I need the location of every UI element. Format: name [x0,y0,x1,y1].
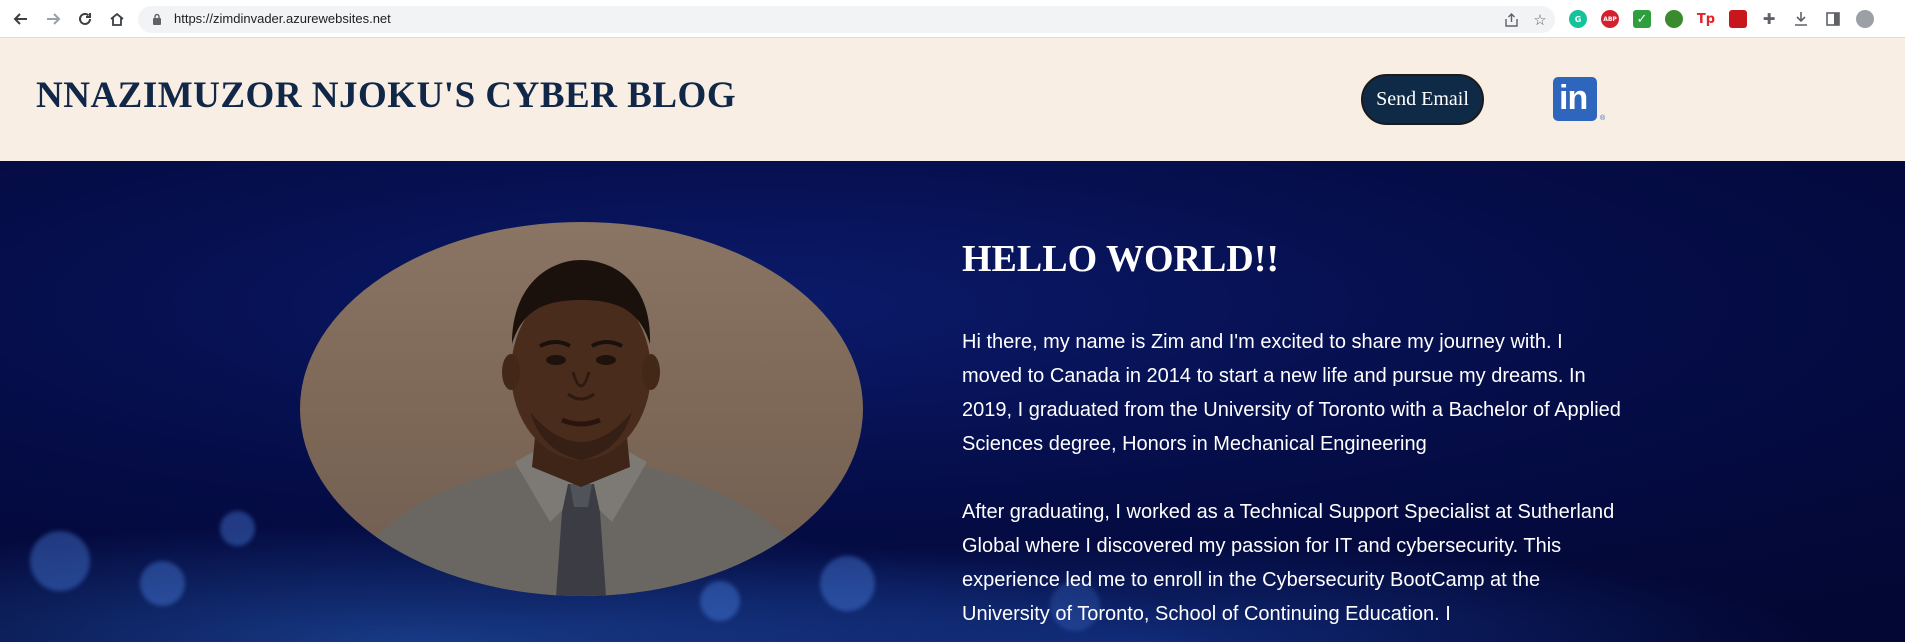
linkedin-icon[interactable]: in ® [1553,77,1605,122]
share-icon[interactable] [1501,10,1521,30]
bokeh-light [700,581,740,621]
profile-photo [300,222,863,596]
linkedin-label: in [1559,79,1588,117]
tp-extension-icon[interactable]: Tp [1697,10,1715,28]
tp-label: Tp [1696,11,1716,27]
pdf-extension-icon[interactable] [1729,10,1747,28]
hero-section: HELLO WORLD!! Hi there, my name is Zim a… [0,161,1905,642]
adblock-label: ABP [1603,15,1617,23]
globe-extension-icon[interactable] [1665,10,1683,28]
send-email-button[interactable]: Send Email [1361,74,1484,125]
bokeh-light [30,531,90,591]
lock-icon [153,13,161,25]
forward-icon[interactable] [42,8,64,30]
linkedin-registered-mark: ® [1600,115,1606,122]
bokeh-light [220,511,255,546]
reload-icon[interactable] [74,8,96,30]
bokeh-light [140,561,185,606]
address-bar[interactable]: https://zimdinvader.azurewebsites.net ☆ [138,6,1555,33]
download-icon[interactable] [1792,10,1810,28]
career-paragraph: After graduating, I worked as a Technica… [962,501,1615,625]
adblock-icon[interactable]: ABP [1601,10,1619,28]
url-text[interactable]: https://zimdinvader.azurewebsites.net [174,11,391,26]
bookmark-star-icon[interactable]: ☆ [1530,10,1550,30]
side-panel-icon[interactable] [1824,10,1842,28]
site-header: NNAZIMUZOR NJOKU'S CYBER BLOG Send Email… [0,38,1905,161]
site-title: NNAZIMUZOR NJOKU'S CYBER BLOG [36,75,737,116]
checkbox-extension-icon[interactable]: ✓ [1633,10,1651,28]
hello-heading: HELLO WORLD!! [962,238,1280,280]
bokeh-light [820,556,875,611]
intro-paragraph: Hi there, my name is Zim and I'm excited… [962,331,1621,455]
home-icon[interactable] [106,8,128,30]
profile-avatar[interactable] [1856,10,1874,28]
back-icon[interactable] [10,8,32,30]
puzzle-icon[interactable]: ✚ [1760,10,1778,28]
grammarly-icon[interactable]: G [1569,10,1587,28]
browser-toolbar: https://zimdinvader.azurewebsites.net ☆ … [0,0,1905,38]
